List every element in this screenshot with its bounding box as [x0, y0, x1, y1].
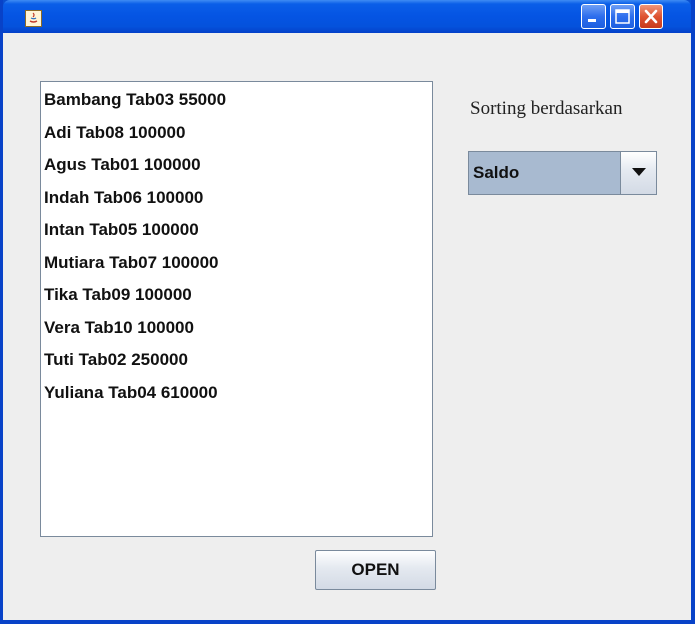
list-item[interactable]: Adi Tab08 100000: [41, 117, 432, 150]
list-item[interactable]: Tuti Tab02 250000: [41, 344, 432, 377]
data-list[interactable]: Bambang Tab03 55000 Adi Tab08 100000 Agu…: [40, 81, 433, 537]
open-button[interactable]: OPEN: [315, 550, 436, 590]
sort-selected-value: Saldo: [473, 163, 520, 182]
list-item[interactable]: Indah Tab06 100000: [41, 182, 432, 215]
java-app-icon[interactable]: [25, 10, 42, 27]
chevron-down-icon: [632, 168, 646, 176]
list-item[interactable]: Mutiara Tab07 100000: [41, 247, 432, 280]
minimize-button[interactable]: [581, 4, 606, 29]
list-item[interactable]: Tika Tab09 100000: [41, 279, 432, 312]
maximize-button[interactable]: [610, 4, 635, 29]
app-window: Bambang Tab03 55000 Adi Tab08 100000 Agu…: [0, 0, 695, 624]
close-icon: [644, 9, 658, 24]
title-bar[interactable]: [3, 0, 691, 33]
minimize-icon: [588, 19, 596, 22]
content-pane: Bambang Tab03 55000 Adi Tab08 100000 Agu…: [3, 33, 691, 620]
sort-label: Sorting berdasarkan: [470, 98, 623, 119]
list-item[interactable]: Bambang Tab03 55000: [41, 84, 432, 117]
maximize-icon: [615, 9, 630, 24]
list-item[interactable]: Yuliana Tab04 610000: [41, 377, 432, 410]
dropdown-button[interactable]: [620, 152, 656, 194]
sort-combobox[interactable]: Saldo: [468, 151, 657, 195]
close-button[interactable]: [639, 4, 663, 29]
list-item[interactable]: Vera Tab10 100000: [41, 312, 432, 345]
list-item[interactable]: Agus Tab01 100000: [41, 149, 432, 182]
list-item[interactable]: Intan Tab05 100000: [41, 214, 432, 247]
